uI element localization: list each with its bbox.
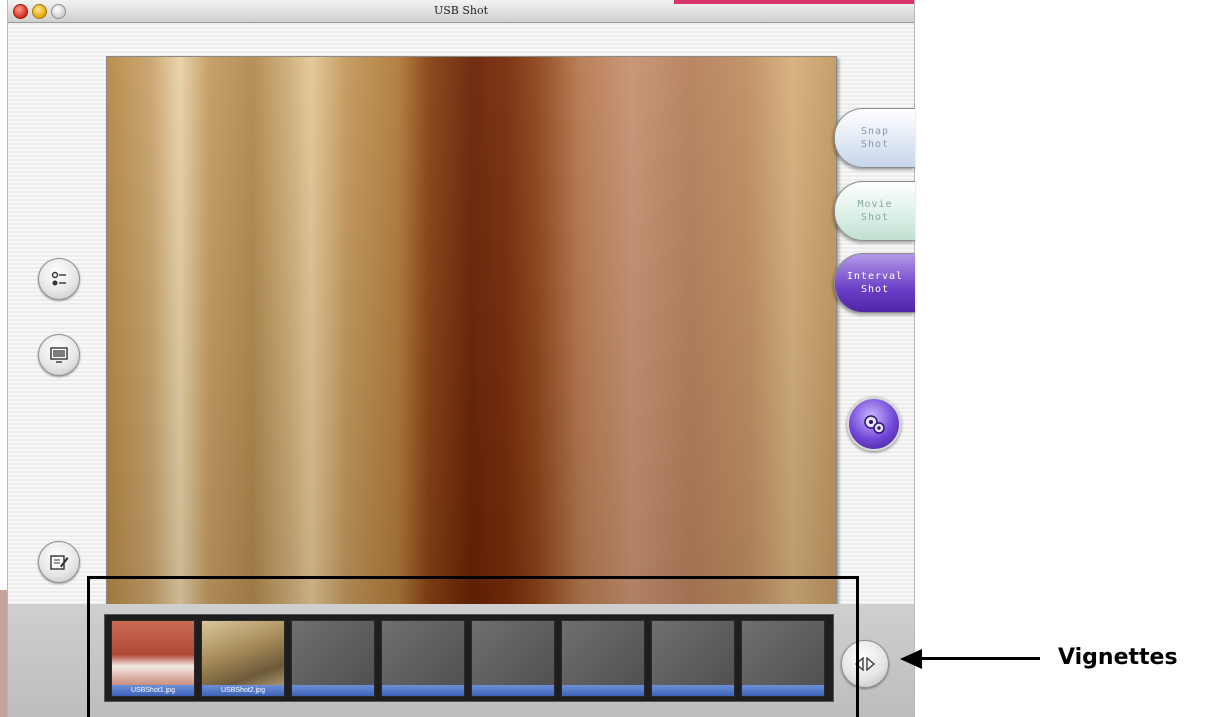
snap-shot-line2: Shot — [860, 139, 890, 150]
display-button[interactable] — [38, 334, 80, 376]
interval-shot-button[interactable]: Interval Shot — [834, 253, 915, 313]
toggle-options-icon — [51, 271, 66, 286]
pencil-note-icon — [50, 555, 69, 570]
movie-shot-line1: Movie — [857, 199, 893, 210]
live-video-preview[interactable] — [106, 56, 837, 606]
settings-gear-button[interactable] — [847, 397, 901, 451]
annotation-arrow-line — [920, 657, 1040, 660]
gear-icon — [864, 415, 885, 434]
monitor-icon — [50, 347, 68, 363]
movie-shot-button[interactable]: Movie Shot — [834, 181, 915, 241]
movie-shot-line2: Shot — [860, 212, 890, 223]
interval-shot-line1: Interval — [846, 271, 904, 282]
background-window-edge — [674, 0, 914, 4]
background-edge — [0, 590, 8, 717]
edit-button[interactable] — [38, 541, 80, 583]
annotation-arrow-head — [900, 649, 922, 669]
options-button[interactable] — [38, 258, 80, 300]
window-title: USB Shot — [433, 4, 489, 17]
snap-shot-button[interactable]: Snap Shot — [834, 108, 915, 168]
annotation-box — [87, 576, 859, 717]
snap-shot-line1: Snap — [860, 126, 890, 137]
interval-shot-line2: Shot — [860, 284, 890, 295]
annotation-label: Vignettes — [1058, 645, 1178, 670]
